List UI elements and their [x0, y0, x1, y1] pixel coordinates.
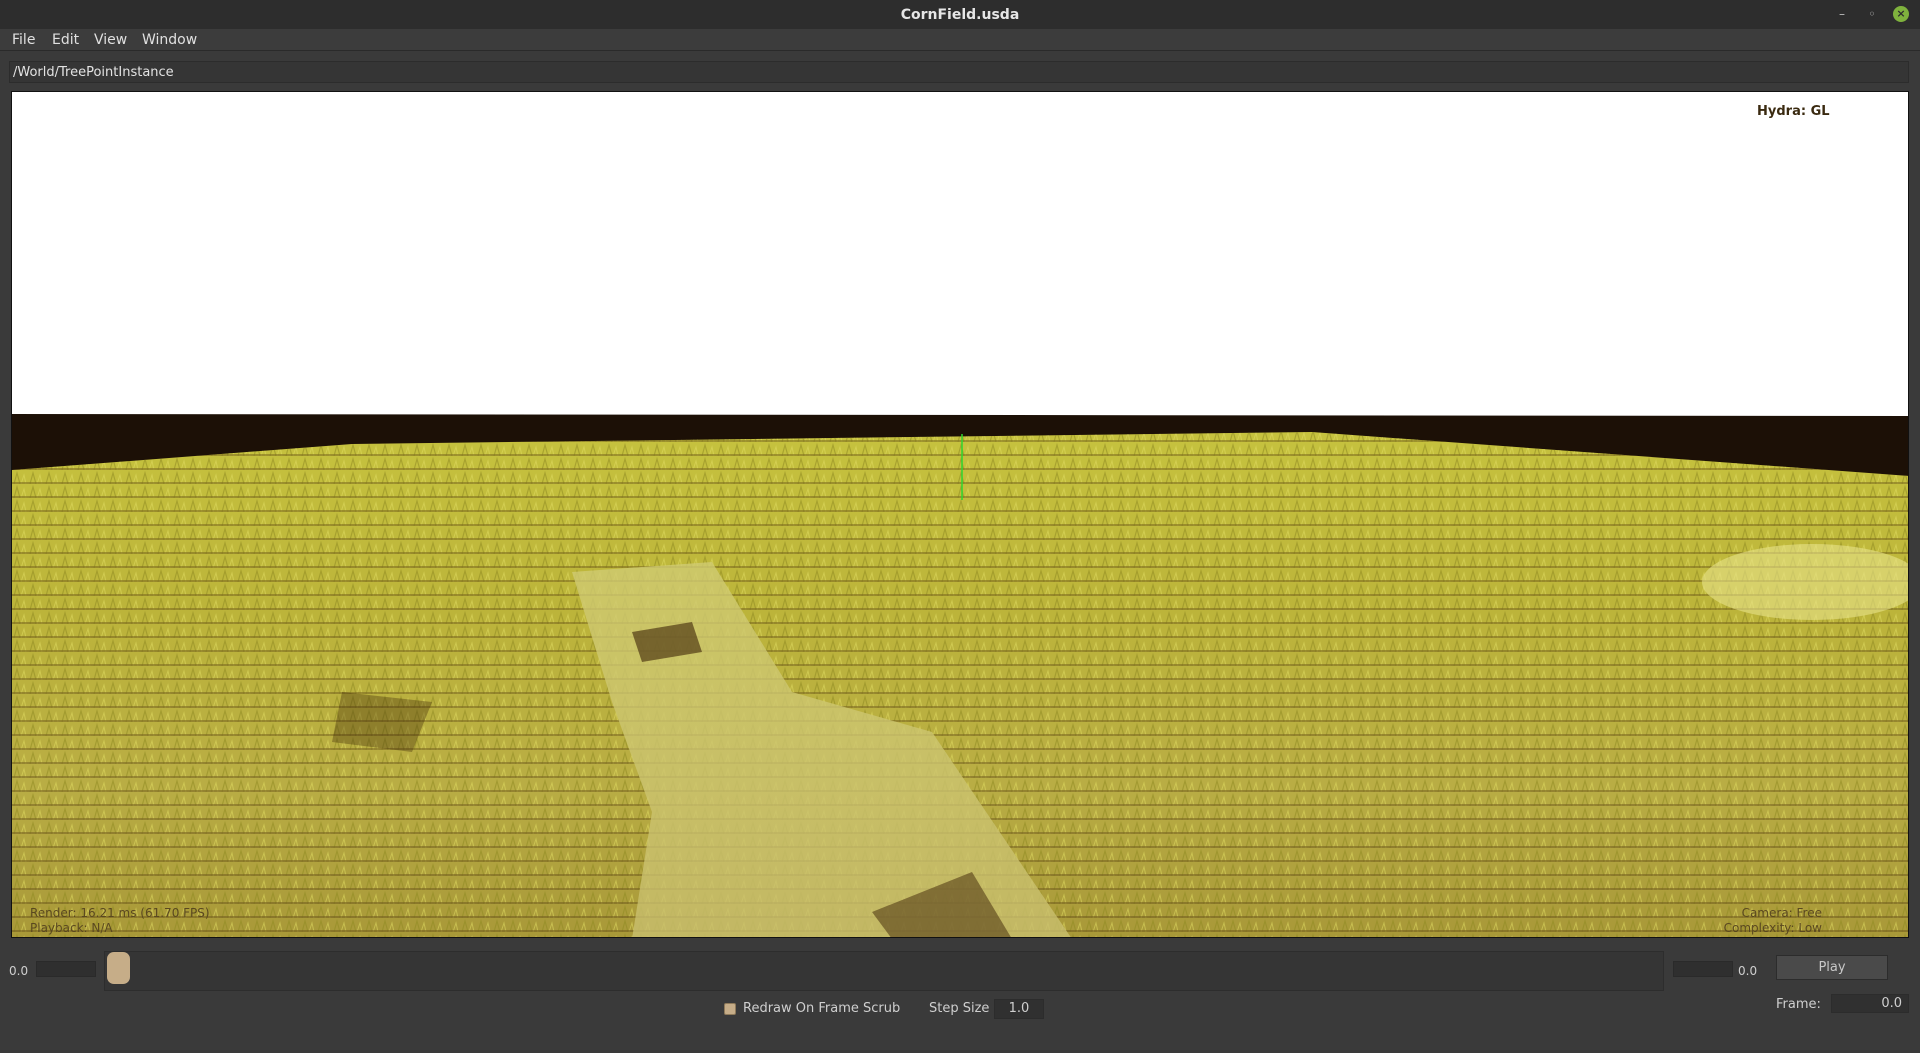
playback-stats-line: Playback: N/A [30, 921, 113, 935]
menu-bar: File Edit View Window [0, 29, 1920, 51]
prim-path-field[interactable]: /World/TreePointInstance [9, 61, 1909, 83]
start-frame-label: 0.0 [9, 964, 29, 978]
maximize-icon[interactable]: ◦ [1863, 5, 1881, 23]
play-button[interactable]: Play [1776, 955, 1888, 980]
camera-line: Camera: Free [1741, 906, 1822, 920]
menu-window[interactable]: Window [142, 32, 197, 48]
title-bar: CornField.usda – ◦ × [0, 0, 1920, 29]
render-stats: Render: 16.21 ms (61.70 FPS) Playback: N… [30, 906, 210, 936]
step-size-label: Step Size [929, 1001, 990, 1016]
camera-info: Camera: Free Complexity: Low [1702, 906, 1822, 936]
menu-edit[interactable]: Edit [52, 32, 79, 48]
complexity-line: Complexity: Low [1723, 921, 1822, 935]
redraw-label: Redraw On Frame Scrub [743, 1001, 901, 1016]
frame-slider[interactable] [104, 951, 1664, 991]
step-size-field[interactable]: 1.0 [994, 999, 1044, 1019]
frame-slider-handle[interactable] [107, 952, 130, 984]
viewport[interactable]: Hydra: GL Render: 16.21 ms (61.70 FPS) P… [11, 91, 1909, 938]
viewport-scene [12, 414, 1908, 937]
menu-view[interactable]: View [94, 32, 127, 48]
minimize-icon[interactable]: – [1833, 5, 1851, 23]
timeline-panel: 0.0 0.0 Play Redraw On Frame Scrub Step … [0, 943, 1920, 1053]
frame-field[interactable]: 0.0 [1831, 994, 1909, 1013]
start-frame-field[interactable] [36, 961, 96, 977]
frame-label: Frame: [1776, 997, 1821, 1012]
menu-file[interactable]: File [12, 32, 35, 48]
redraw-checkbox[interactable] [724, 1003, 736, 1015]
renderer-label: Hydra: GL [1757, 104, 1830, 119]
window-title: CornField.usda [900, 7, 1020, 23]
prim-path-text: /World/TreePointInstance [13, 65, 174, 80]
render-stats-line: Render: 16.21 ms (61.70 FPS) [30, 906, 210, 920]
end-frame-field[interactable] [1673, 961, 1733, 977]
end-frame-label: 0.0 [1738, 964, 1758, 978]
close-icon[interactable]: × [1893, 6, 1909, 22]
